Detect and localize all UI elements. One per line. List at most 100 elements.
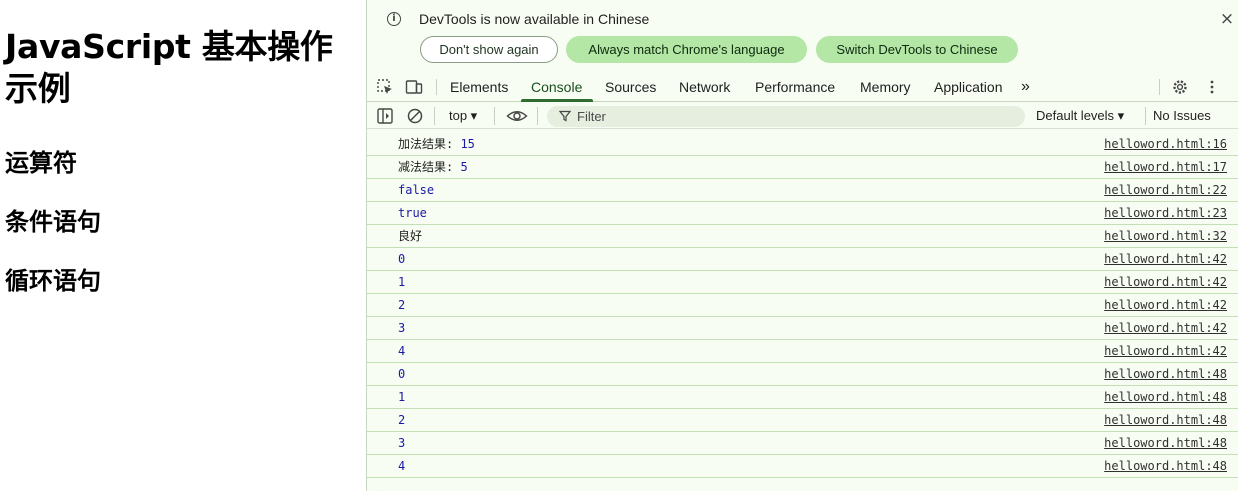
console-row: 减法结果: 5 helloword.html:17 (367, 156, 1238, 179)
console-value: 0 (398, 367, 406, 381)
console-value: 4 (398, 344, 406, 358)
device-toolbar-icon[interactable] (405, 78, 423, 96)
console-row: false helloword.html:22 (367, 179, 1238, 202)
tab-application[interactable]: Application (934, 72, 1003, 102)
language-infobar: i DevTools is now available in Chinese ×… (367, 0, 1238, 72)
console-message: 减法结果: 5 (398, 160, 468, 175)
toolbar-divider (537, 107, 538, 125)
console-message: 1 (398, 390, 405, 405)
console-message-text: 减法结果: (398, 160, 461, 174)
console-value: 1 (398, 275, 406, 289)
source-link[interactable]: helloword.html:42 (1104, 344, 1227, 359)
page-title: JavaScript 基本操作示例 (5, 27, 333, 108)
console-row: 2 helloword.html:48 (367, 409, 1238, 432)
console-value: 0 (398, 252, 406, 266)
more-tabs-chevron-icon[interactable]: » (1021, 72, 1030, 102)
tab-network[interactable]: Network (679, 72, 730, 102)
tab-elements[interactable]: Elements (450, 72, 508, 102)
toolbar-divider (434, 107, 435, 125)
devtools-panel: i DevTools is now available in Chinese ×… (366, 0, 1238, 491)
issues-counter[interactable]: No Issues (1153, 107, 1211, 125)
console-message: false (398, 183, 434, 198)
console-message-text: 良好 (398, 229, 423, 243)
console-message: 4 (398, 344, 405, 359)
devtools-tab-bar: Elements Console Sources Network Perform… (367, 72, 1238, 102)
console-row: 0 helloword.html:48 (367, 363, 1238, 386)
console-message: 1 (398, 275, 405, 290)
console-row: 4 helloword.html:42 (367, 340, 1238, 363)
tab-sources[interactable]: Sources (605, 72, 656, 102)
console-value: false (398, 183, 435, 197)
tab-memory[interactable]: Memory (860, 72, 911, 102)
infobar-message: DevTools is now available in Chinese (419, 11, 650, 27)
heading-loops: 循环语句 (5, 267, 101, 295)
switch-to-chinese-button[interactable]: Switch DevTools to Chinese (816, 36, 1018, 63)
source-link[interactable]: helloword.html:16 (1104, 137, 1227, 152)
console-message: 4 (398, 459, 405, 474)
log-levels-dropdown[interactable]: Default levels ▾ (1036, 107, 1124, 125)
heading-operators: 运算符 (5, 149, 77, 177)
source-link[interactable]: helloword.html:22 (1104, 183, 1227, 198)
console-value: 5 (460, 160, 468, 174)
console-row: 良好 helloword.html:32 (367, 225, 1238, 248)
tab-performance[interactable]: Performance (755, 72, 835, 102)
source-link[interactable]: helloword.html:48 (1104, 413, 1227, 428)
console-row: 3 helloword.html:48 (367, 432, 1238, 455)
console-value: true (398, 206, 427, 220)
toolbar-divider (1145, 107, 1146, 125)
webpage-content: JavaScript 基本操作示例 运算符 条件语句 循环语句 (0, 0, 366, 491)
console-message: 3 (398, 321, 405, 336)
console-value: 3 (398, 321, 406, 335)
toolbar-divider (436, 79, 437, 95)
active-tab-indicator (521, 99, 593, 102)
console-message: true (398, 206, 427, 221)
tab-console[interactable]: Console (531, 72, 582, 102)
console-row: 1 helloword.html:42 (367, 271, 1238, 294)
console-value: 2 (398, 298, 406, 312)
console-row: 3 helloword.html:42 (367, 317, 1238, 340)
close-icon[interactable]: × (1219, 10, 1235, 28)
more-options-icon[interactable] (1203, 78, 1221, 96)
filter-icon (559, 110, 571, 122)
console-row: 2 helloword.html:42 (367, 294, 1238, 317)
source-link[interactable]: helloword.html:23 (1104, 206, 1227, 221)
source-link[interactable]: helloword.html:48 (1104, 367, 1227, 382)
console-message: 加法结果: 15 (398, 137, 475, 152)
source-link[interactable]: helloword.html:42 (1104, 252, 1227, 267)
console-value: 2 (398, 413, 406, 427)
console-messages: 加法结果: 15 helloword.html:16 减法结果: 5 hellowor… (367, 133, 1238, 491)
console-row: 4 helloword.html:48 (367, 455, 1238, 478)
console-prompt-icon[interactable]: › (379, 486, 386, 491)
sidebar-toggle-icon[interactable] (376, 107, 394, 125)
dont-show-again-button[interactable]: Don't show again (420, 36, 558, 63)
source-link[interactable]: helloword.html:42 (1104, 321, 1227, 336)
inspect-element-icon[interactable] (376, 78, 394, 96)
console-toolbar: top ▾ Filter Default levels ▾ No Issues (367, 103, 1238, 129)
gear-icon[interactable] (1171, 78, 1189, 96)
source-link[interactable]: helloword.html:48 (1104, 390, 1227, 405)
console-row: true helloword.html:23 (367, 202, 1238, 225)
console-row: 0 helloword.html:42 (367, 248, 1238, 271)
context-selector[interactable]: top ▾ (449, 107, 477, 125)
console-message: 0 (398, 252, 405, 267)
eye-icon[interactable] (506, 107, 528, 125)
source-link[interactable]: helloword.html:42 (1104, 298, 1227, 313)
console-value: 3 (398, 436, 406, 450)
toolbar-divider (1159, 79, 1160, 95)
source-link[interactable]: helloword.html:42 (1104, 275, 1227, 290)
source-link[interactable]: helloword.html:32 (1104, 229, 1227, 244)
source-link[interactable]: helloword.html:48 (1104, 459, 1227, 474)
source-link[interactable]: helloword.html:48 (1104, 436, 1227, 451)
console-message-text: 加法结果: (398, 137, 461, 151)
console-row: 1 helloword.html:48 (367, 386, 1238, 409)
console-value: 4 (398, 459, 406, 473)
toolbar-divider (494, 107, 495, 125)
console-message: 3 (398, 436, 405, 451)
console-message: 2 (398, 413, 405, 428)
console-value: 15 (460, 137, 475, 151)
source-link[interactable]: helloword.html:17 (1104, 160, 1227, 175)
filter-input[interactable]: Filter (547, 106, 1025, 127)
console-message: 2 (398, 298, 405, 313)
clear-console-icon[interactable] (406, 107, 424, 125)
match-chrome-language-button[interactable]: Always match Chrome's language (566, 36, 807, 63)
